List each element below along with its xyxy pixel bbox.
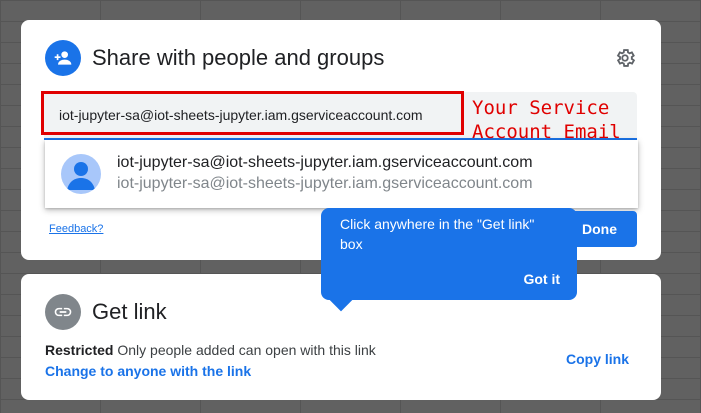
email-highlight-box [41,91,464,135]
got-it-button[interactable]: Got it [523,271,560,287]
tooltip-text: Click anywhere in the "Get link" box [340,216,535,252]
suggestion-name: iot-jupyter-sa@iot-sheets-jupyter.iam.gs… [117,154,533,171]
person-avatar-icon [61,154,101,194]
link-icon [45,294,81,330]
share-dialog-title: Share with people and groups [92,45,385,70]
suggestion-email: iot-jupyter-sa@iot-sheets-jupyter.iam.gs… [117,175,533,192]
restriction-line: Restricted Only people added can open wi… [45,342,376,358]
restriction-label: Restricted [45,342,114,358]
change-access-link[interactable]: Change to anyone with the link [45,363,251,379]
feedback-link[interactable]: Feedback? [49,223,103,235]
annotation-line-1: Your Service [472,97,610,119]
get-link-tooltip: Click anywhere in the "Get link" box Got… [321,208,577,300]
get-link-title: Get link [92,299,167,324]
person-add-icon [45,40,81,76]
copy-link-button[interactable]: Copy link [566,351,629,367]
restriction-description: Only people added can open with this lin… [117,342,376,358]
gear-icon[interactable] [613,46,637,70]
service-account-annotation: Your Service Account Email [472,96,652,144]
contact-suggestion[interactable]: iot-jupyter-sa@iot-sheets-jupyter.iam.gs… [45,140,638,208]
